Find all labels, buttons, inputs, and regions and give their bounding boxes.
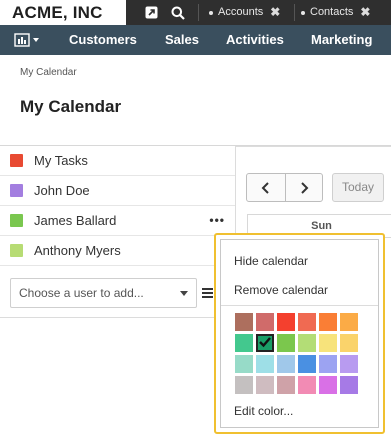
calendar-list-panel: My Tasks John Doe James Ballard ••• Anth…: [0, 146, 236, 318]
app-logo: ACME, INC: [0, 0, 126, 25]
checkmark-icon: [259, 337, 271, 348]
close-icon[interactable]: ✖: [270, 0, 280, 25]
tab-dot-icon: [301, 10, 305, 15]
top-bar: ACME, INC Accounts ✖ Contacts ✖: [0, 0, 391, 25]
external-link-icon[interactable]: [136, 0, 166, 25]
calendar-color-swatch: [10, 244, 23, 257]
close-icon[interactable]: ✖: [360, 0, 370, 25]
color-swatch[interactable]: [298, 313, 316, 331]
calendar-nav-group: [246, 173, 323, 202]
more-options-icon[interactable]: •••: [209, 213, 225, 227]
color-swatch[interactable]: [256, 355, 274, 373]
edit-color-option[interactable]: Edit color...: [234, 404, 293, 418]
choose-user-placeholder: Choose a user to add...: [19, 286, 144, 300]
calendar-options-menu: Hide calendar Remove calendar Edit color…: [220, 239, 379, 428]
color-swatch[interactable]: [319, 313, 337, 331]
calendar-item-anthony-myers[interactable]: Anthony Myers: [0, 236, 235, 266]
list-icon[interactable]: [200, 284, 214, 302]
calendar-item-label: My Tasks: [34, 153, 88, 168]
chevron-right-icon: [301, 181, 309, 194]
calendar-toolbar-divider: [236, 146, 391, 147]
calendar-color-swatch: [10, 184, 23, 197]
next-button[interactable]: [284, 174, 323, 201]
calendar-item-james-ballard[interactable]: James Ballard •••: [0, 206, 235, 236]
nav-customers[interactable]: Customers: [69, 25, 137, 55]
today-button[interactable]: Today: [332, 173, 384, 202]
color-swatch[interactable]: [298, 334, 316, 352]
prev-button[interactable]: [247, 174, 285, 201]
dashboard-menu-button[interactable]: [14, 25, 42, 55]
color-swatch[interactable]: [277, 355, 295, 373]
color-swatch[interactable]: [340, 376, 358, 394]
tab-separator: [294, 4, 295, 21]
tab-separator: [198, 4, 199, 21]
tab-contacts[interactable]: Contacts ✖: [301, 0, 370, 25]
nav-marketing[interactable]: Marketing: [311, 25, 372, 55]
color-swatch[interactable]: [235, 334, 253, 352]
bar-chart-icon: [14, 33, 39, 47]
calendar-item-my-tasks[interactable]: My Tasks: [0, 146, 235, 176]
calendar-item-john-doe[interactable]: John Doe: [0, 176, 235, 206]
tab-accounts[interactable]: Accounts ✖: [209, 0, 280, 25]
color-swatch[interactable]: [277, 376, 295, 394]
breadcrumb[interactable]: My Calendar: [20, 67, 77, 78]
tab-label: Accounts: [218, 6, 264, 18]
choose-user-select[interactable]: Choose a user to add...: [10, 278, 197, 308]
color-swatch[interactable]: [256, 376, 274, 394]
color-palette: [235, 313, 358, 394]
calendar-item-label: John Doe: [34, 183, 90, 198]
color-swatch[interactable]: [277, 313, 295, 331]
calendar-options-popup: Hide calendar Remove calendar Edit color…: [214, 233, 385, 434]
tab-dot-icon: [209, 10, 213, 15]
color-swatch[interactable]: [298, 355, 316, 373]
search-icon[interactable]: [163, 0, 193, 25]
calendar-color-swatch: [10, 214, 23, 227]
color-swatch[interactable]: [319, 334, 337, 352]
calendar-item-label: James Ballard: [34, 213, 117, 228]
color-swatch[interactable]: [319, 355, 337, 373]
chevron-left-icon: [261, 181, 269, 194]
color-swatch[interactable]: [340, 334, 358, 352]
main-nav: Customers Sales Activities Marketing: [0, 25, 391, 55]
color-swatch[interactable]: [340, 313, 358, 331]
color-swatch[interactable]: [277, 334, 295, 352]
menu-divider: [221, 305, 378, 306]
chevron-down-icon: [180, 291, 188, 296]
hide-calendar-option[interactable]: Hide calendar: [234, 254, 308, 268]
calendar-color-swatch: [10, 154, 23, 167]
nav-activities[interactable]: Activities: [226, 25, 284, 55]
calendar-item-label: Anthony Myers: [34, 243, 121, 258]
color-swatch[interactable]: [256, 313, 274, 331]
color-swatch[interactable]: [235, 355, 253, 373]
color-swatch[interactable]: [235, 376, 253, 394]
color-swatch[interactable]: [298, 376, 316, 394]
color-swatch[interactable]: [256, 334, 274, 352]
remove-calendar-option[interactable]: Remove calendar: [234, 283, 328, 297]
nav-sales[interactable]: Sales: [165, 25, 199, 55]
tab-label: Contacts: [310, 6, 354, 18]
page-title: My Calendar: [20, 97, 122, 116]
color-swatch[interactable]: [319, 376, 337, 394]
color-swatch[interactable]: [340, 355, 358, 373]
color-swatch[interactable]: [235, 313, 253, 331]
